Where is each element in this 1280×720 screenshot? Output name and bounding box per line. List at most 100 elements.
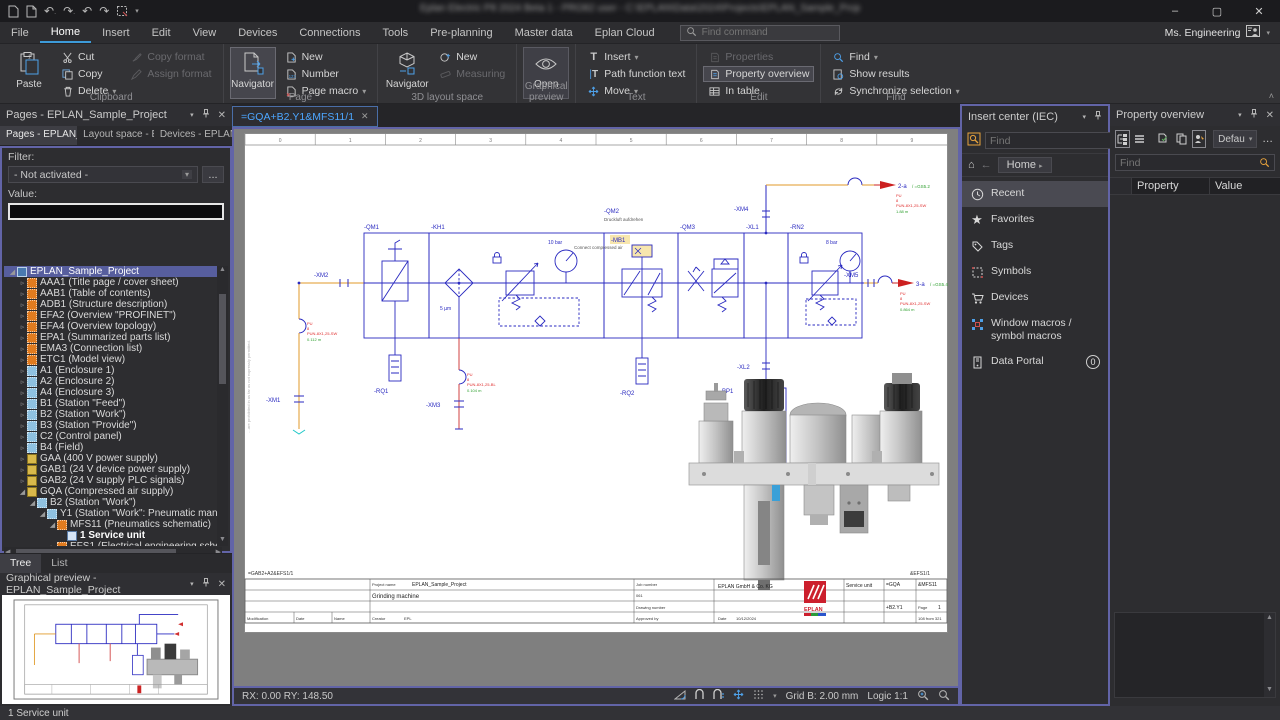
tab-pages[interactable]: Pages - EPLAN_Sa...: [0, 126, 77, 145]
property-overview-button[interactable]: Property overview: [703, 66, 814, 82]
new-page-icon[interactable]: [8, 5, 19, 18]
tree-item[interactable]: ◢Y1 (Station "Work": Pneumatic manifold): [4, 508, 222, 519]
collapse-ribbon-icon[interactable]: ˄: [1269, 91, 1274, 101]
page-number-button[interactable]: 123Number: [280, 66, 372, 82]
qat-dropdown-icon[interactable]: ▾: [135, 7, 139, 15]
tree-item[interactable]: ▹C2 (Control panel): [4, 431, 222, 442]
tree-item[interactable]: ▹EFA2 (Overview "PROFINET"): [4, 310, 222, 321]
tree-item[interactable]: ▹ADB1 (Structure description): [4, 299, 222, 310]
scheme-select[interactable]: Defau▾: [1213, 130, 1257, 148]
tree-item[interactable]: ◢B2 (Station "Work"): [4, 497, 222, 508]
grid-icon[interactable]: [753, 689, 764, 703]
close-icon[interactable]: ✕: [1266, 110, 1274, 121]
user-area[interactable]: Ms. Engineering ▾: [1165, 25, 1280, 40]
panel-dropdown-icon[interactable]: ▾: [1238, 111, 1242, 119]
snap-points-icon[interactable]: [713, 689, 724, 703]
insert-center-find-input[interactable]: [985, 132, 1130, 149]
text-insert-button[interactable]: TInsert▾: [582, 49, 690, 65]
tree-item[interactable]: ▹AAA1 (Title page / cover sheet): [4, 277, 222, 288]
pin-icon[interactable]: [1250, 109, 1258, 121]
tree-item[interactable]: ▹B1 (Station "Feed"): [4, 398, 222, 409]
close-icon[interactable]: ✕: [218, 579, 226, 590]
filter-select[interactable]: - Not activated -▾: [8, 166, 198, 183]
copy-format-button[interactable]: Copy format: [125, 49, 216, 65]
page-new-button[interactable]: New: [280, 49, 372, 65]
insert-item-symbols[interactable]: Symbols: [962, 259, 1108, 285]
close-button[interactable]: ✕: [1238, 0, 1280, 22]
tree-item[interactable]: ▹ETC1 (Model view): [4, 354, 222, 365]
insert-item-devices[interactable]: Devices: [962, 285, 1108, 311]
angle-snap-icon[interactable]: [674, 689, 686, 703]
panel-dropdown-icon[interactable]: ▾: [190, 111, 194, 119]
ribbon-tab-insert[interactable]: Insert: [91, 24, 141, 42]
tree-vertical-scrollbar[interactable]: ▲▼: [217, 266, 228, 546]
pin-icon[interactable]: [202, 109, 210, 121]
value-input[interactable]: [8, 203, 224, 220]
more-options-button[interactable]: …: [1260, 130, 1275, 148]
schematic-canvas[interactable]: 0123456789 …are prohibited in as far as …: [244, 133, 948, 633]
minimize-button[interactable]: –: [1154, 0, 1196, 22]
find-command-box[interactable]: [680, 25, 840, 41]
ribbon-tab-master-data[interactable]: Master data: [504, 24, 584, 42]
tree-item[interactable]: ▹GAB1 (24 V device power supply): [4, 464, 222, 475]
maximize-button[interactable]: ▢: [1196, 0, 1238, 22]
pin-icon[interactable]: [1094, 111, 1102, 123]
ribbon-tab-file[interactable]: File: [0, 24, 40, 42]
insert-item-recent[interactable]: Recent: [962, 181, 1108, 207]
path-function-text-button[interactable]: |TPath function text: [582, 66, 690, 82]
tree-item[interactable]: ▹B3 (Station "Provide"): [4, 420, 222, 431]
tab-layout-space[interactable]: Layout space - EPL...: [77, 126, 154, 145]
undo-icon[interactable]: ↶·: [44, 4, 56, 18]
ribbon-tab-view[interactable]: View: [182, 24, 228, 42]
redo-list-icon[interactable]: ↷: [99, 4, 109, 18]
tree-item[interactable]: ◢MFS11 (Pneumatics schematic): [4, 519, 222, 530]
ribbon-tab-home[interactable]: Home: [40, 23, 91, 43]
tree-item[interactable]: ◢EPLAN_Sample_Project: [4, 266, 222, 277]
tab-list[interactable]: List: [41, 554, 77, 573]
panel-dropdown-icon[interactable]: ▾: [1082, 113, 1086, 121]
user-scheme-button[interactable]: [1192, 130, 1207, 148]
home-icon[interactable]: ⌂: [968, 159, 975, 171]
ribbon-tab-eplan-cloud[interactable]: Eplan Cloud: [584, 24, 666, 42]
tab-tree[interactable]: Tree: [0, 554, 41, 573]
find-button[interactable]: Find▾: [827, 49, 964, 65]
tree-item[interactable]: ▹EFA4 (Overview topology): [4, 321, 222, 332]
show-results-button[interactable]: Show results: [827, 66, 964, 82]
grid-dropdown-icon[interactable]: ▾: [773, 692, 777, 700]
tab-devices[interactable]: Devices - EPLAN_S...: [154, 126, 232, 145]
open-page-icon[interactable]: [26, 5, 37, 18]
insert-item-favorites[interactable]: ★Favorites: [962, 207, 1108, 233]
drawing-viewport[interactable]: 0123456789 …are prohibited in as far as …: [232, 127, 960, 688]
zoom-area-icon[interactable]: [938, 689, 950, 704]
tree-item[interactable]: ▹GAA (400 V power supply): [4, 453, 222, 464]
tree-item[interactable]: ▹EMA3 (Connection list): [4, 343, 222, 354]
tree-item[interactable]: ▹A4 (Enclosure 3): [4, 387, 222, 398]
properties-button[interactable]: Properties: [703, 49, 814, 65]
tree-item[interactable]: ▹EFS1 (Electrical engineering schematic): [4, 541, 222, 546]
filter-more-button[interactable]: ...: [202, 166, 224, 183]
pin-icon[interactable]: [202, 578, 210, 590]
tree-item[interactable]: ▹A1 (Enclosure 1): [4, 365, 222, 376]
copy-button[interactable]: Copy: [56, 66, 121, 82]
column-property[interactable]: Property: [1132, 178, 1210, 194]
back-icon[interactable]: ←: [981, 159, 992, 171]
measuring-button[interactable]: Measuring: [434, 66, 510, 82]
zoom-in-icon[interactable]: [917, 689, 929, 704]
breadcrumb[interactable]: Home ▸: [998, 157, 1052, 173]
tree-item[interactable]: ▹GAB2 (24 V supply PLC signals): [4, 475, 222, 486]
snap-icon[interactable]: [695, 689, 704, 703]
ribbon-tab-connections[interactable]: Connections: [288, 24, 371, 42]
tree-item[interactable]: ▹AAB1 (Table of contents): [4, 288, 222, 299]
ribbon-tab-edit[interactable]: Edit: [141, 24, 182, 42]
move-cursor-icon[interactable]: [733, 689, 744, 703]
panel-dropdown-icon[interactable]: ▾: [190, 580, 194, 588]
graphical-preview-canvas[interactable]: [2, 595, 230, 704]
tree-view-button[interactable]: [1115, 130, 1130, 148]
ribbon-tab-devices[interactable]: Devices: [227, 24, 288, 42]
find-command-input[interactable]: [702, 27, 827, 38]
document-tab[interactable]: =GQA+B2.Y1&MFS11/1 ✕: [232, 106, 378, 127]
ribbon-tab-tools[interactable]: Tools: [372, 24, 420, 42]
tree-item[interactable]: ▹EPA1 (Summarized parts list): [4, 332, 222, 343]
close-icon[interactable]: ✕: [218, 110, 226, 121]
undo-list-icon[interactable]: ↶: [82, 4, 92, 18]
